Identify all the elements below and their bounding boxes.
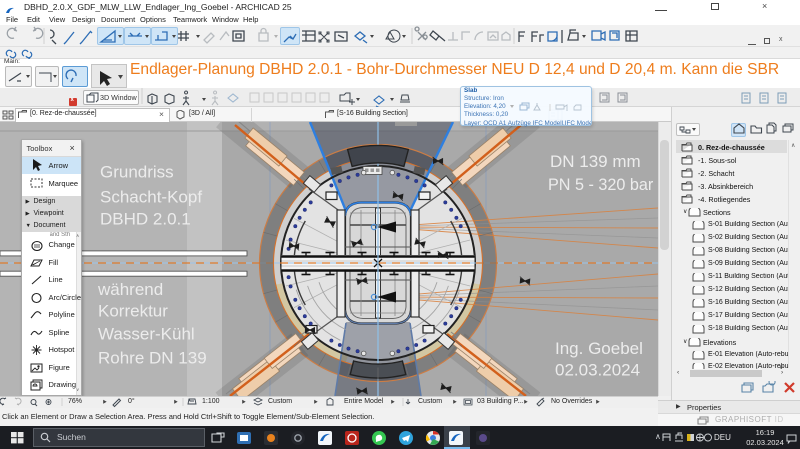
svg-text:DN 139 mm: DN 139 mm [550, 152, 641, 171]
svg-text:Korrektur: Korrektur [98, 302, 168, 321]
svg-text:Rohre DN 139: Rohre DN 139 [98, 349, 207, 368]
svg-text:Schacht-Kopf: Schacht-Kopf [100, 188, 202, 207]
svg-text:DBHD 2.0.1: DBHD 2.0.1 [100, 210, 191, 229]
svg-text:Grundriss: Grundriss [100, 163, 174, 182]
svg-text:Ing. Goebel: Ing. Goebel [555, 339, 643, 358]
svg-text:während: während [97, 280, 163, 299]
svg-text:02.03.2024: 02.03.2024 [555, 361, 640, 380]
svg-text:PN 5 - 320 bar: PN 5 - 320 bar [548, 176, 654, 194]
svg-text:Wasser-Kühl: Wasser-Kühl [98, 325, 195, 344]
